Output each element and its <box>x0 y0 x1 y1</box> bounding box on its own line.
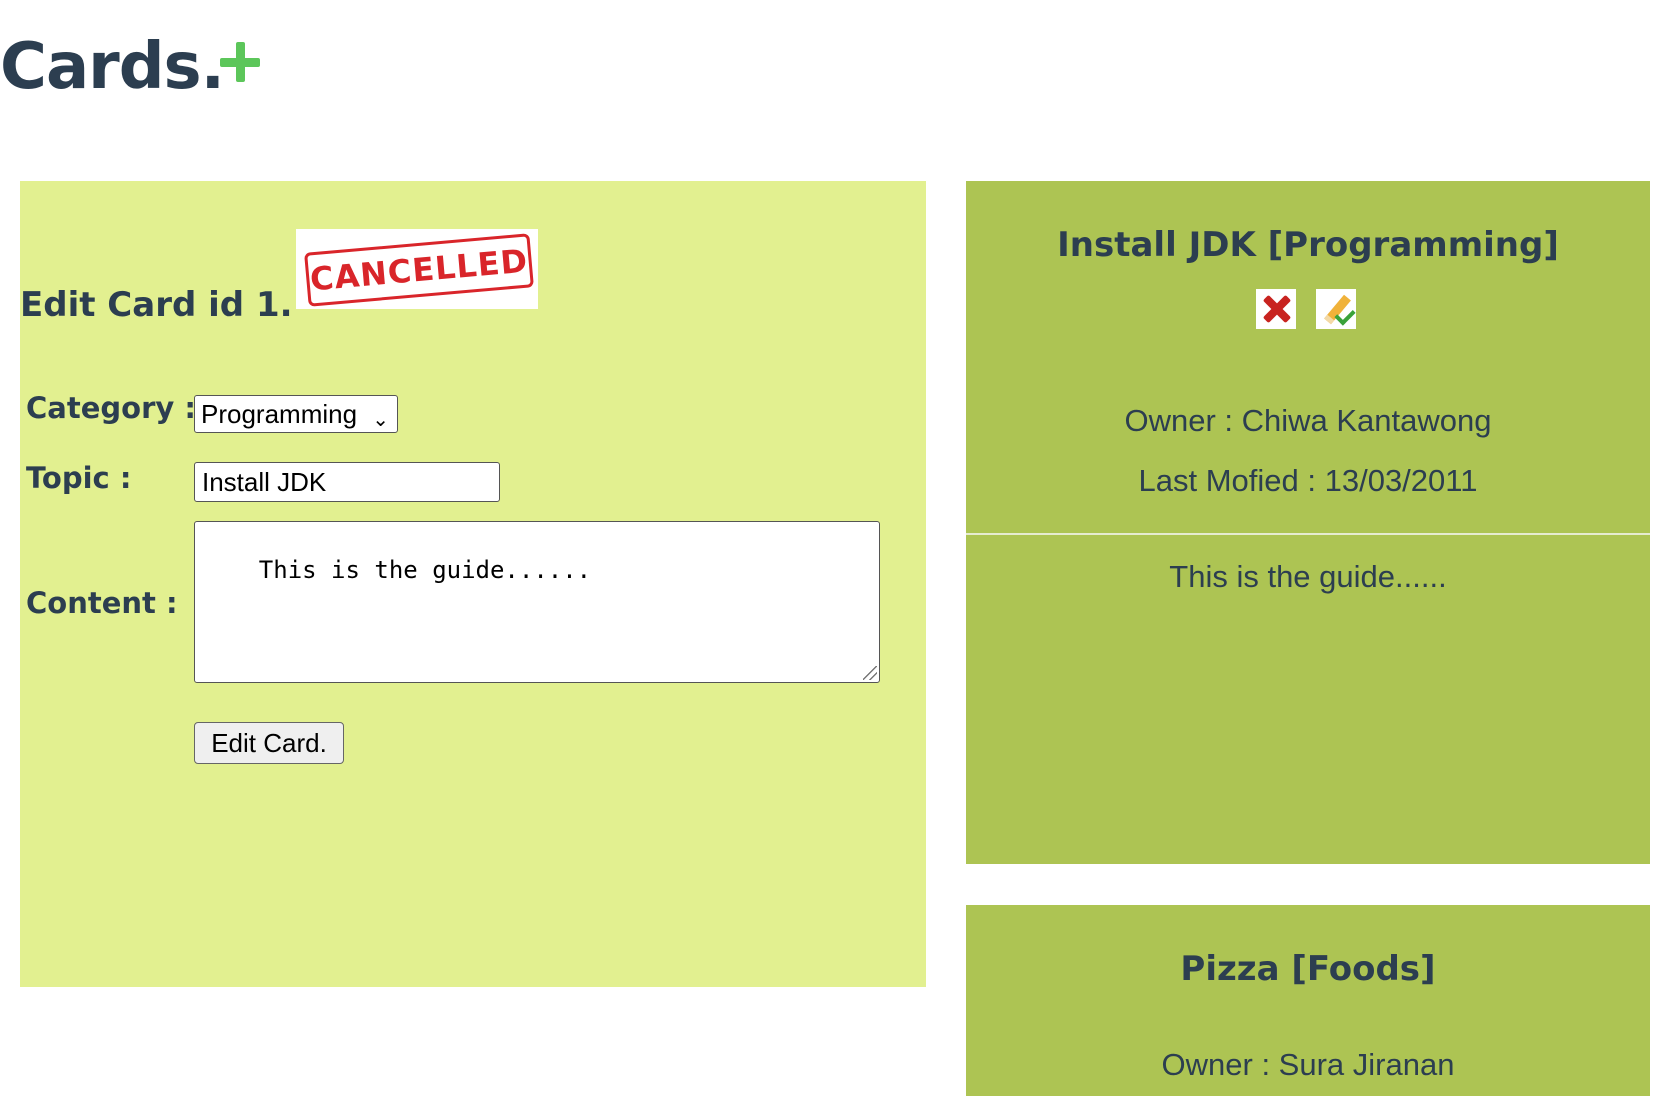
edit-icon[interactable] <box>1316 289 1356 329</box>
content-textarea[interactable]: This is the guide...... <box>194 521 880 683</box>
card-last-modified: Last Mofied : 13/03/2011 <box>1138 463 1478 498</box>
edit-card-button[interactable]: Edit Card. <box>194 722 344 764</box>
card-content: This is the guide...... <box>1169 559 1447 594</box>
category-select-value: Programming <box>201 399 358 429</box>
card-title: Pizza [Foods] <box>1180 949 1436 989</box>
page-title: Cards. <box>0 30 225 104</box>
card-pizza: Pizza [Foods] Owner : Sura Jiranan <box>966 905 1650 1096</box>
edit-card-panel: Edit Card id 1. CANCELLED Category : Pro… <box>20 181 926 987</box>
topic-label: Topic : <box>26 461 132 495</box>
card-install-jdk: Install JDK [Programming] Owner : Chiwa … <box>966 181 1650 864</box>
content-textarea-value: This is the guide...... <box>258 556 592 584</box>
chevron-down-icon: ⌄ <box>372 409 389 431</box>
cancelled-stamp-image: CANCELLED <box>296 229 538 309</box>
card-title: Install JDK [Programming] <box>1057 225 1559 265</box>
content-label: Content : <box>26 586 178 620</box>
topic-input[interactable]: Install JDK <box>194 462 500 502</box>
card-owner: Owner : Chiwa Kantawong <box>1124 403 1492 438</box>
cancelled-stamp-text: CANCELLED <box>304 233 534 307</box>
category-select[interactable]: Programming ⌄ <box>194 395 398 433</box>
edit-card-heading: Edit Card id 1. <box>20 285 293 325</box>
resize-handle-icon[interactable] <box>863 666 877 680</box>
category-label: Category : <box>26 391 196 425</box>
card-owner: Owner : Sura Jiranan <box>1161 1047 1455 1082</box>
delete-icon[interactable] <box>1256 289 1296 329</box>
add-card-button[interactable] <box>218 40 262 84</box>
card-divider <box>966 533 1650 535</box>
